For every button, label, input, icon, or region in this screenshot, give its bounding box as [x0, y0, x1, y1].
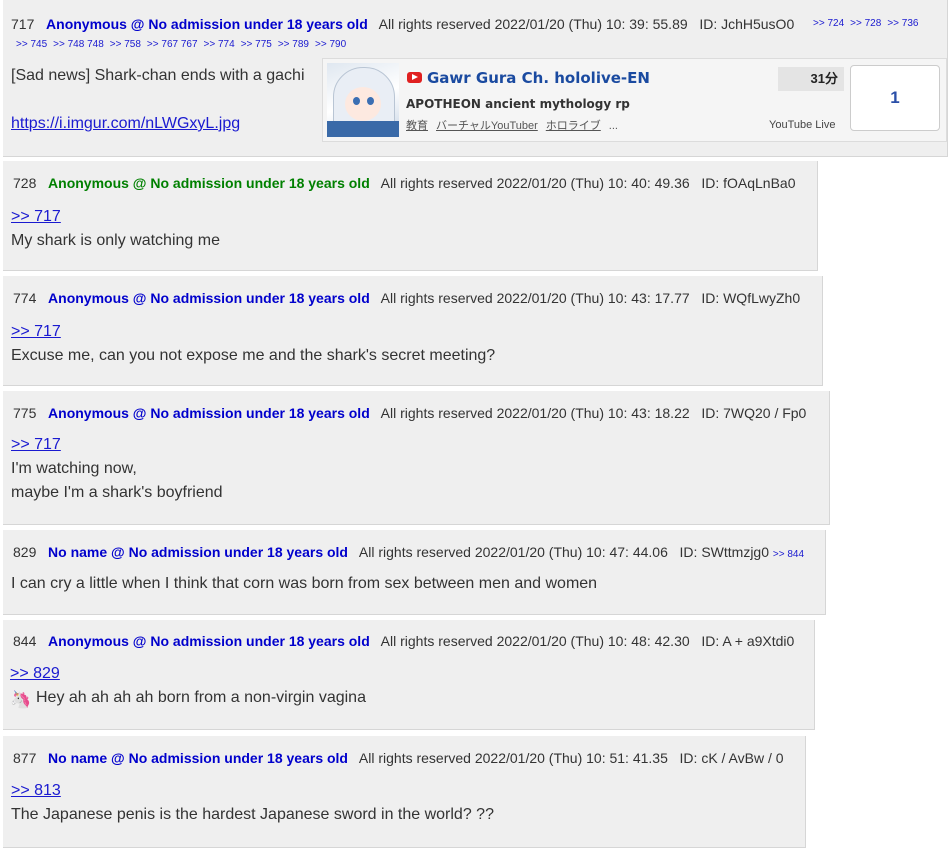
reply-ref[interactable]: >> 767 767 — [147, 39, 198, 50]
poster-name: No name @ No admission under 18 years ol… — [48, 544, 348, 560]
reply-refs: >> 724 >> 728 >> 736 — [813, 17, 924, 31]
post-text: Excuse me, can you not expose me and the… — [11, 347, 496, 364]
reply-ref[interactable]: >> 748 748 — [53, 39, 104, 50]
reply-ref[interactable]: >> 789 — [278, 39, 309, 50]
reply-ref[interactable]: >> 728 — [850, 18, 881, 29]
tags-more: ... — [608, 120, 618, 132]
post-date: All rights reserved 2022/01/20 (Thu) 10:… — [380, 633, 690, 649]
image-link[interactable]: https://i.imgur.com/nLWGxyL.jpg — [11, 115, 240, 132]
youtube-embed-card[interactable]: Gawr Gura Ch. hololive-EN 31分 APOTHEON a… — [322, 58, 947, 142]
post-body: I can cry a little when I think that cor… — [11, 572, 597, 596]
reply-anchor[interactable]: >> 813 — [11, 782, 61, 799]
post-date: All rights reserved 2022/01/20 (Thu) 10:… — [380, 290, 690, 306]
post-header: 774 Anonymous @ No admission under 18 ye… — [13, 289, 800, 307]
poster-id[interactable]: ID: SWttmzjg0 — [680, 544, 769, 560]
post-text: I can cry a little when I think that cor… — [11, 575, 598, 592]
count-box[interactable]: 1 — [850, 65, 940, 131]
post-number[interactable]: 728 — [13, 175, 36, 191]
reply-anchor[interactable]: >> 717 — [11, 323, 61, 340]
post-body: >> 717 Excuse me, can you not expose me … — [11, 320, 495, 368]
platform-label: YouTube Live — [769, 119, 836, 131]
reply-ref[interactable]: >> 724 — [813, 18, 844, 29]
post-header: 717 Anonymous @ No admission under 18 ye… — [11, 15, 794, 33]
post-844: 844 Anonymous @ No admission under 18 ye… — [3, 620, 815, 730]
post-number[interactable]: 844 — [13, 633, 36, 649]
reply-anchor[interactable]: >> 829 — [10, 665, 60, 682]
poster-id[interactable]: ID: WQfLwyZh0 — [701, 290, 800, 306]
poster-id[interactable]: ID: A + a9Xtdi0 — [701, 633, 794, 649]
poster-name: Anonymous @ No admission under 18 years … — [48, 633, 370, 649]
post-text: maybe I'm a shark's boyfriend — [11, 484, 223, 501]
post-body: >> 829 🦄 Hey ah ah ah ah born from a non-… — [10, 662, 366, 710]
post-775: 775 Anonymous @ No admission under 18 ye… — [3, 391, 830, 525]
reply-ref[interactable]: >> 774 — [204, 39, 235, 50]
poster-name: Anonymous @ No admission under 18 years … — [46, 16, 368, 32]
post-728: 728 Anonymous @ No admission under 18 ye… — [3, 161, 818, 271]
post-text: My shark is only watching me — [11, 232, 220, 249]
post-header: 877 No name @ No admission under 18 year… — [13, 749, 784, 767]
poster-name: Anonymous @ No admission under 18 years … — [48, 175, 370, 191]
post-829: 829 No name @ No admission under 18 year… — [3, 530, 826, 615]
post-date: All rights reserved 2022/01/20 (Thu) 10:… — [358, 750, 668, 766]
poster-id[interactable]: ID: fOAqLnBa0 — [701, 175, 795, 191]
reply-ref[interactable]: >> 758 — [110, 39, 141, 50]
unicorn-icon: 🦄 — [10, 690, 32, 709]
reply-ref[interactable]: >> 745 — [16, 39, 47, 50]
tag-link[interactable]: ホロライブ — [546, 120, 601, 132]
post-body: [Sad news] Shark-chan ends with a gachi … — [11, 64, 305, 136]
reply-anchor[interactable]: >> 717 — [11, 436, 61, 453]
poster-name: Anonymous @ No admission under 18 years … — [48, 405, 370, 421]
post-number[interactable]: 829 — [13, 544, 36, 560]
post-body: >> 813 The Japanese penis is the hardest… — [11, 779, 494, 827]
post-number[interactable]: 774 — [13, 290, 36, 306]
post-date: All rights reserved 2022/01/20 (Thu) 10:… — [380, 175, 690, 191]
video-duration: 31分 — [778, 67, 844, 91]
post-number[interactable]: 775 — [13, 405, 36, 421]
channel-name[interactable]: Gawr Gura Ch. hololive-EN — [427, 69, 650, 87]
video-title[interactable]: APOTHEON ancient mythology rp — [406, 97, 630, 111]
post-number[interactable]: 717 — [11, 16, 34, 32]
post-text: [Sad news] Shark-chan ends with a gachi — [11, 67, 305, 84]
reply-ref[interactable]: >> 775 — [241, 39, 272, 50]
post-774: 774 Anonymous @ No admission under 18 ye… — [3, 276, 823, 386]
reply-anchor[interactable]: >> 717 — [11, 208, 61, 225]
post-body: >> 717 My shark is only watching me — [11, 205, 220, 253]
poster-name: Anonymous @ No admission under 18 years … — [48, 290, 370, 306]
post-header: 728 Anonymous @ No admission under 18 ye… — [13, 174, 795, 192]
post-text: I'm watching now, — [11, 460, 137, 477]
post-date: All rights reserved 2022/01/20 (Thu) 10:… — [378, 16, 688, 32]
tag-link[interactable]: バーチャルYouTuber — [436, 120, 538, 132]
post-text: The Japanese penis is the hardest Japane… — [11, 806, 494, 823]
poster-name: No name @ No admission under 18 years ol… — [48, 750, 348, 766]
post-text: Hey ah ah ah ah born from a non-virgin v… — [36, 689, 366, 706]
post-number[interactable]: 877 — [13, 750, 36, 766]
reply-ref[interactable]: >> 790 — [315, 39, 346, 50]
post-header: 844 Anonymous @ No admission under 18 ye… — [13, 632, 794, 650]
post-date: All rights reserved 2022/01/20 (Thu) 10:… — [358, 544, 668, 560]
tag-link[interactable]: 教育 — [406, 120, 428, 132]
reply-refs: >> 745 >> 748 748 >> 758 >> 767 767 >> 774 >>… — [16, 38, 352, 52]
post-header: 775 Anonymous @ No admission under 18 ye… — [13, 404, 806, 422]
post-body: >> 717 I'm watching now, maybe I'm a sha… — [11, 433, 223, 505]
video-thumbnail[interactable] — [327, 63, 399, 137]
post-header: 829 No name @ No admission under 18 year… — [13, 543, 804, 562]
youtube-icon — [407, 72, 422, 83]
poster-id[interactable]: ID: JchH5usO0 — [699, 16, 794, 32]
poster-id[interactable]: ID: cK / AvBw / 0 — [680, 750, 784, 766]
post-877: 877 No name @ No admission under 18 year… — [3, 736, 806, 848]
poster-id[interactable]: ID: 7WQ20 / Fp0 — [701, 405, 806, 421]
video-tags: 教育 バーチャルYouTuber ホロライブ... — [406, 117, 626, 133]
reply-ref[interactable]: >> 844 — [773, 549, 804, 560]
post-date: All rights reserved 2022/01/20 (Thu) 10:… — [380, 405, 690, 421]
reply-ref[interactable]: >> 736 — [887, 18, 918, 29]
